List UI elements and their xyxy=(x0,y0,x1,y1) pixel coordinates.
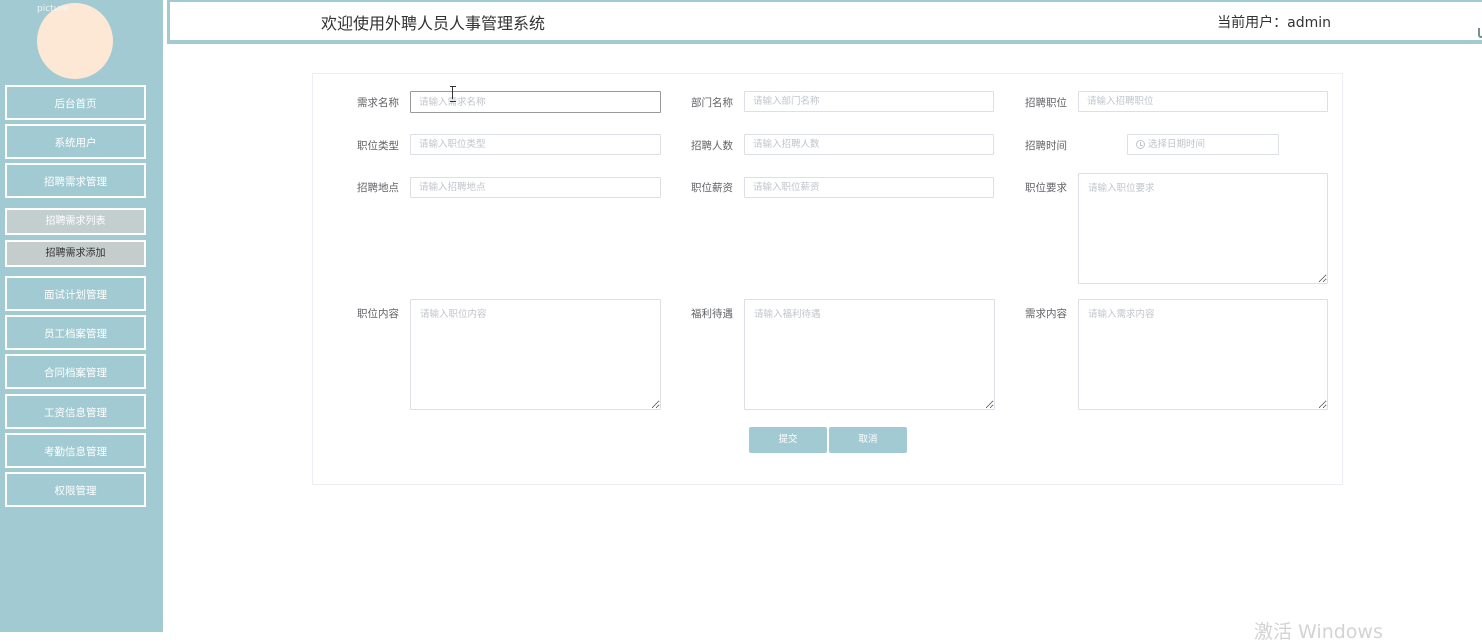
recruit-time-label: 招聘时间 xyxy=(1025,140,1067,152)
recruit-position-label: 招聘职位 xyxy=(1025,97,1067,109)
page-title: 欢迎使用外聘人员人事管理系统 xyxy=(321,14,546,33)
sidebar-item-interview-plan[interactable]: 面试计划管理 xyxy=(5,276,146,311)
department-name-label: 部门名称 xyxy=(691,97,733,109)
demand-name-input[interactable] xyxy=(410,91,661,113)
sidebar-item-recruit-demand[interactable]: 招聘需求管理 xyxy=(5,163,146,198)
header-inner: 欢迎使用外聘人员人事管理系统 当前用户：admin xyxy=(170,2,1482,40)
recruit-time-input[interactable] xyxy=(1148,135,1276,154)
position-requirements-textarea[interactable] xyxy=(1078,173,1328,284)
header: 欢迎使用外聘人员人事管理系统 当前用户：admin xyxy=(167,0,1482,44)
avatar xyxy=(37,3,113,79)
benefits-label: 福利待遇 xyxy=(691,308,733,320)
position-requirements-label: 职位要求 xyxy=(1025,182,1067,194)
sidebar-item-salary-info[interactable]: 工资信息管理 xyxy=(5,394,146,429)
demand-content-label: 需求内容 xyxy=(1025,308,1067,320)
sidebar-subitem-demand-list[interactable]: 招聘需求列表 xyxy=(5,208,146,235)
text-cursor-icon xyxy=(450,86,456,102)
benefits-textarea[interactable] xyxy=(744,299,995,410)
department-name-input[interactable] xyxy=(744,91,994,112)
window-edge-mark xyxy=(1478,28,1482,38)
recruit-count-label: 招聘人数 xyxy=(691,140,733,152)
sidebar-item-attendance-info[interactable]: 考勤信息管理 xyxy=(5,433,146,468)
position-salary-label: 职位薪资 xyxy=(691,182,733,194)
avatar-alt-text: picture xyxy=(37,4,69,14)
position-content-label: 职位内容 xyxy=(357,308,399,320)
sidebar-item-permissions[interactable]: 权限管理 xyxy=(5,472,146,507)
sidebar-subitem-demand-add[interactable]: 招聘需求添加 xyxy=(5,240,146,267)
sidebar-item-home[interactable]: 后台首页 xyxy=(5,85,146,120)
current-user-label: 当前用户：admin xyxy=(1217,15,1331,31)
recruit-position-input[interactable] xyxy=(1078,91,1328,112)
recruit-location-input[interactable] xyxy=(410,177,661,198)
watermark-text: 激活 Windows xyxy=(1254,621,1383,643)
sidebar-item-contract-records[interactable]: 合同档案管理 xyxy=(5,354,146,389)
submit-button[interactable]: 提交 xyxy=(749,427,827,453)
demand-name-label: 需求名称 xyxy=(357,97,399,109)
cancel-button[interactable]: 取消 xyxy=(829,427,907,453)
position-salary-input[interactable] xyxy=(744,177,994,198)
position-content-textarea[interactable] xyxy=(410,299,661,410)
sidebar-item-system-users[interactable]: 系统用户 xyxy=(5,124,146,159)
clock-icon xyxy=(1136,140,1145,149)
recruit-location-label: 招聘地点 xyxy=(357,182,399,194)
demand-content-textarea[interactable] xyxy=(1078,299,1328,410)
position-type-label: 职位类型 xyxy=(357,140,399,152)
position-type-input[interactable] xyxy=(410,134,661,155)
sidebar: picture 后台首页 系统用户 招聘需求管理 招聘需求列表 招聘需求添加 面… xyxy=(0,0,163,632)
recruit-time-picker[interactable] xyxy=(1127,134,1279,155)
recruit-count-input[interactable] xyxy=(744,134,994,155)
sidebar-item-employee-records[interactable]: 员工档案管理 xyxy=(5,315,146,350)
